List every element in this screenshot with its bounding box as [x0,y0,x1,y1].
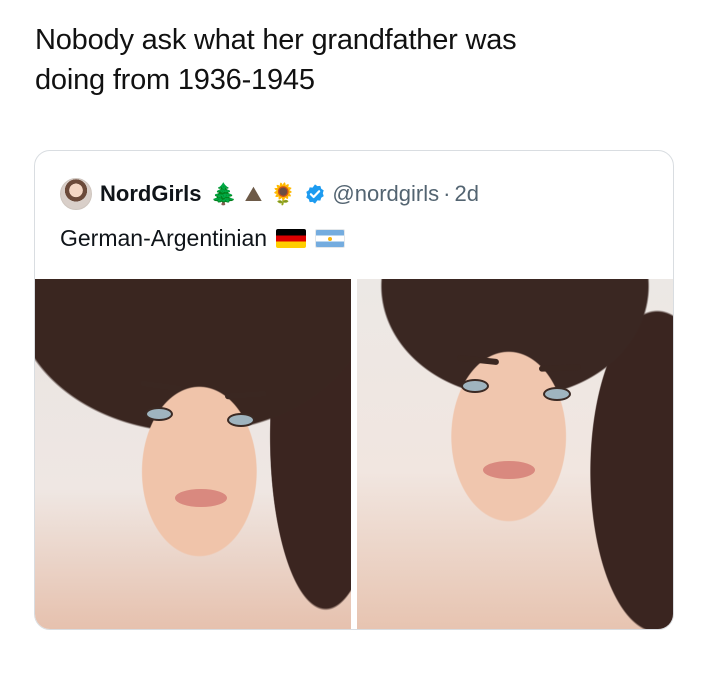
photo-1[interactable] [35,279,351,629]
eyebrow [538,364,582,372]
quoted-tweet-card[interactable]: NordGirls 🌲 ⛰ 🌻 @nordgirls · 2d German-A… [34,150,674,630]
germany-flag-icon [276,229,307,248]
tweet-text: German-Argentinian [60,225,268,251]
tweet-header: NordGirls 🌲 ⛰ 🌻 @nordgirls · 2d [60,177,479,211]
media-grid [35,279,673,629]
separator-dot: · [443,181,451,206]
eye [227,413,255,427]
argentina-flag-icon [315,229,346,248]
eyebrow [456,354,500,366]
tweet-text-row: German-Argentinian [60,225,346,252]
eye [461,379,489,393]
lips [175,489,227,507]
caption-line-2: doing from 1936-1945 [35,64,315,96]
evergreen-tree-icon: 🌲 [210,182,237,206]
post-age[interactable]: 2d [454,181,478,207]
eyebrow [224,390,268,400]
eye [543,387,571,401]
user-handle[interactable]: @nordgirls [332,181,439,207]
verified-badge-icon [306,184,325,204]
sunflower-icon: 🌻 [270,182,297,206]
mountain-icon: ⛰ [244,182,263,206]
lips [483,461,535,479]
eye [145,407,173,421]
meme-caption: Nobody ask what her grandfather was doin… [35,20,675,100]
avatar[interactable] [60,178,92,210]
display-name[interactable]: NordGirls [100,181,201,207]
eyebrow [139,380,183,392]
photo-2[interactable] [357,279,673,629]
caption-line-1: Nobody ask what her grandfather was [35,24,517,56]
